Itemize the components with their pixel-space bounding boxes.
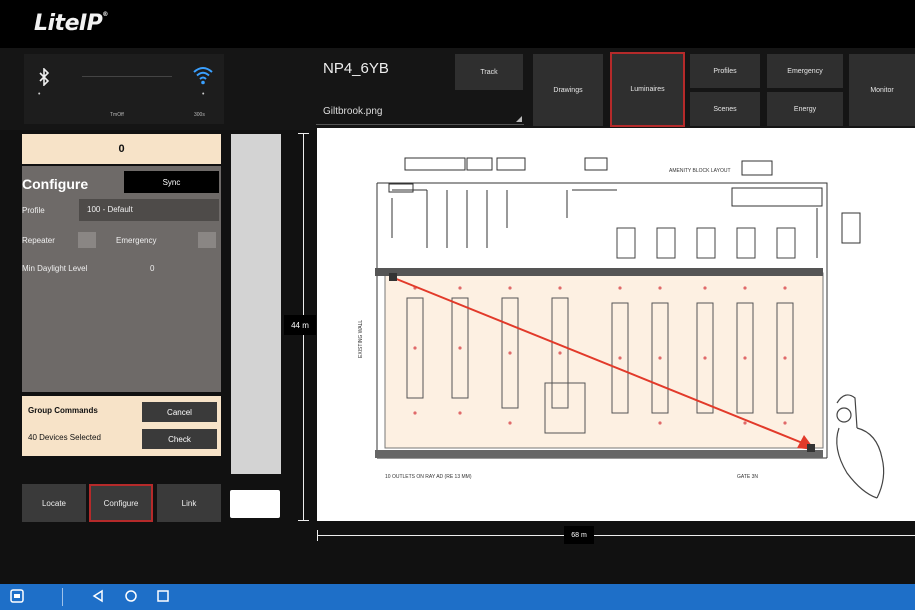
bluetooth-status: • (38, 91, 41, 98)
configure-button[interactable]: Configure (89, 484, 153, 522)
min-daylight-label: Min Daylight Level (22, 264, 88, 273)
track-button[interactable]: Track (455, 54, 523, 90)
nav-separator (62, 588, 63, 606)
blank-input[interactable] (230, 490, 280, 518)
drawing-file-name: Giltbrook.png (323, 106, 383, 117)
group-commands-panel: Group Commands 40 Devices Selected Cance… (22, 396, 221, 456)
group-commands-title: Group Commands (28, 406, 98, 415)
locate-button[interactable]: Locate (22, 484, 86, 522)
selection-end-handle[interactable] (807, 444, 815, 452)
side-scroll-panel[interactable] (231, 134, 281, 474)
monitor-button[interactable]: Monitor (849, 54, 915, 126)
width-dimension-line (317, 535, 915, 536)
signal-divider (82, 76, 172, 77)
link-button[interactable]: Link (157, 484, 221, 522)
timeout-label: 300s (194, 112, 205, 118)
profiles-button[interactable]: Profiles (690, 54, 760, 88)
height-dimension-tick (298, 133, 309, 134)
devices-selected-label: 40 Devices Selected (28, 433, 101, 442)
emergency-checkbox[interactable] (198, 232, 216, 248)
sync-button[interactable]: Sync (124, 171, 219, 193)
recents-icon[interactable] (156, 589, 170, 607)
profile-select[interactable]: 100 - Default (79, 199, 219, 221)
width-dimension-label: 68 m (564, 526, 594, 544)
selected-count: 0 (22, 134, 221, 164)
scenes-button[interactable]: Scenes (690, 92, 760, 126)
floor-plan-svg[interactable]: AMENITY BLOCK LAYOUT EXISTING WALL 10 OU… (317, 128, 915, 521)
plan-gate-label: GATE 3N (737, 474, 758, 480)
title-bar: LiteIP® (0, 0, 915, 48)
bluetooth-icon[interactable] (38, 67, 50, 87)
min-daylight-value[interactable]: 0 (150, 264, 154, 273)
app-switch-icon[interactable] (10, 589, 24, 607)
repeater-label: Repeater (22, 236, 55, 245)
floor-plan-canvas[interactable]: AMENITY BLOCK LAYOUT EXISTING WALL 10 OU… (317, 128, 915, 521)
selection-start-handle[interactable] (389, 273, 397, 281)
plan-title: AMENITY BLOCK LAYOUT (669, 168, 731, 174)
plan-note: 10 OUTLETS ON RAY AD (RE 13 MM) (385, 474, 472, 480)
hand-gesture-icon (836, 394, 885, 499)
liteip-logo: LiteIP® (34, 11, 108, 36)
check-button[interactable]: Check (142, 429, 217, 449)
width-dimension-tick (317, 530, 318, 541)
cancel-button[interactable]: Cancel (142, 402, 217, 422)
luminaires-button[interactable]: Luminaires (610, 52, 685, 127)
connection-status-panel: • • TmOff 300s (24, 54, 224, 124)
wifi-status: • (202, 91, 205, 98)
emergency-label: Emergency (116, 236, 157, 245)
energy-button[interactable]: Energy (767, 92, 843, 126)
repeater-checkbox[interactable] (78, 232, 96, 248)
profile-label: Profile (22, 206, 45, 215)
timer-off-label: TmOff (110, 112, 124, 118)
dropdown-corner-icon (516, 116, 522, 122)
wall-label: EXISTING WALL (358, 320, 364, 358)
system-nav-bar (0, 584, 915, 610)
back-icon[interactable] (92, 589, 104, 607)
project-name: NP4_6YB (323, 60, 389, 77)
home-icon[interactable] (124, 589, 138, 607)
configure-panel: Configure Sync Profile 100 - Default Rep… (22, 166, 221, 392)
wifi-icon[interactable] (192, 64, 214, 86)
height-dimension-label: 44 m (284, 315, 316, 335)
drawing-file-select[interactable]: Giltbrook.png (316, 97, 524, 125)
emergency-button[interactable]: Emergency (767, 54, 843, 88)
height-dimension-tick (298, 520, 309, 521)
configure-title: Configure (22, 176, 89, 192)
drawings-button[interactable]: Drawings (533, 54, 603, 126)
